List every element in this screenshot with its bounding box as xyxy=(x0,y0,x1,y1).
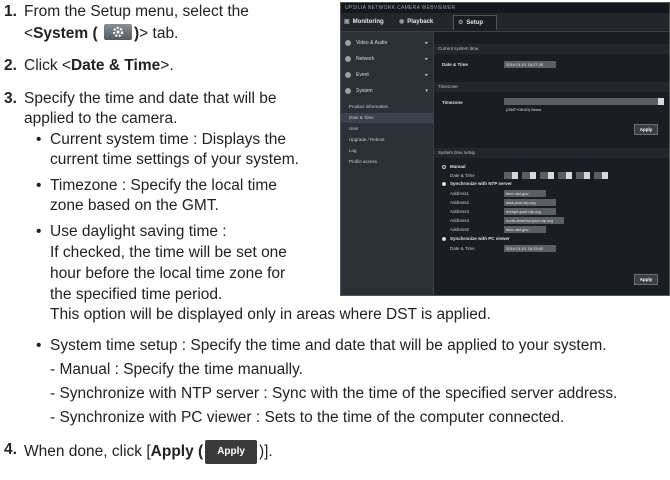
address5-input[interactable]: time.nist.gov xyxy=(504,226,546,233)
system-label: System ( xyxy=(33,25,98,42)
bullet-timezone-2: zone based on the GMT. xyxy=(50,197,219,214)
radio-pc-viewer[interactable] xyxy=(442,237,446,241)
pc-date-time-label: Date & Time xyxy=(450,246,475,251)
bullet-dot: • xyxy=(36,337,42,354)
sidebar-item-network[interactable]: Network ▸ xyxy=(341,52,433,66)
bullet-timezone-1: Timezone : Specify the local time xyxy=(50,177,277,194)
current-time-value: 2016-01-01 16:27:30 xyxy=(504,61,556,68)
radio-manual[interactable] xyxy=(442,165,446,169)
manual-label: Manual xyxy=(450,164,466,169)
bullet-dot: • xyxy=(36,177,42,194)
manual-hour-select[interactable] xyxy=(558,172,572,179)
playback-icon: ◉ xyxy=(399,19,405,25)
sidebar-sub-user[interactable]: User xyxy=(349,124,359,134)
network-icon xyxy=(345,56,351,62)
address3-input[interactable]: europe.pool.ntp.org xyxy=(504,208,556,215)
address3-label: Address3 xyxy=(450,209,470,214)
step-4-text: When done, click [Apply (Apply)]. xyxy=(24,440,273,464)
section-timezone: Timezone xyxy=(434,82,669,92)
sidebar-sub-log[interactable]: Log xyxy=(349,146,357,156)
system-gear-icon xyxy=(104,24,132,40)
ntp-label: Synchronize with NTP server xyxy=(450,181,512,186)
address1-input[interactable]: time.nist.gov xyxy=(504,190,546,197)
sidebar-sub-date-time[interactable]: Date & Time xyxy=(341,113,441,123)
dash-ntp: - Synchronize with NTP server : Sync wit… xyxy=(50,385,618,402)
tab-playback[interactable]: ◉ Playback xyxy=(399,15,451,29)
address1-label: Address1 xyxy=(450,191,470,196)
step-1-tab-line: <System ( )> tab. xyxy=(24,24,179,42)
current-time-label: Date & Time xyxy=(442,62,468,67)
step-3-number: 3. xyxy=(4,90,17,107)
address2-input[interactable]: asia.pool.ntp.org xyxy=(504,199,556,206)
address4-label: Address4 xyxy=(450,218,470,223)
radio-ntp[interactable] xyxy=(442,182,446,186)
section-current-time: Current system time xyxy=(434,44,669,54)
chevron-right-icon: ▸ xyxy=(425,72,428,78)
manual-second-select[interactable] xyxy=(594,172,608,179)
sidebar-item-system[interactable]: System ▾ xyxy=(341,84,433,98)
webviewer-screenshot: UPSILIA NETWORK CAMERA WEBVIEWER ▣ Monito… xyxy=(340,2,670,296)
sidebar-sub-product-info[interactable]: Product information xyxy=(349,102,388,112)
chevron-right-icon: ▸ xyxy=(425,56,428,62)
sidebar-item-event[interactable]: Event ▸ xyxy=(341,68,433,82)
pc-time-value: 2016-01-01 16:25:00 xyxy=(504,245,556,252)
dash-pc: - Synchronize with PC viewer : Sets to t… xyxy=(50,409,565,426)
chevron-down-icon xyxy=(658,98,664,105)
manual-year-select[interactable] xyxy=(504,172,518,179)
bullet-dot: • xyxy=(36,131,42,148)
bullet-dst-3: hour before the local time zone for xyxy=(50,265,286,282)
step-3-line-1: Specify the time and date that will be xyxy=(24,90,277,107)
camera-icon xyxy=(345,40,351,46)
date-time-panel: Current system time Date & Time 2016-01-… xyxy=(434,32,669,295)
setup-sidebar: Video & Audio ▸ Network ▸ Event ▸ System ▾ P… xyxy=(341,32,441,295)
apply-button-bottom[interactable]: Apply xyxy=(634,274,658,285)
chevron-right-icon: ▸ xyxy=(425,40,428,46)
dst-note: This option will be displayed only in ar… xyxy=(50,306,491,323)
manual-minute-select[interactable] xyxy=(576,172,590,179)
bullet-dot: • xyxy=(36,223,42,240)
step-1-text: From the Setup menu, select the xyxy=(24,3,249,20)
bullet-current-time-2: current time settings of your system. xyxy=(50,151,299,168)
step-4-number: 4. xyxy=(4,441,17,458)
address2-label: Address2 xyxy=(450,200,470,205)
system-gear-icon xyxy=(345,88,351,94)
step-3-line-2: applied to the camera. xyxy=(24,110,178,127)
manual-date-time-label: Date & Time xyxy=(450,173,475,178)
gear-icon: ⚙ xyxy=(458,20,464,26)
timezone-label: Timezone xyxy=(442,100,463,105)
apply-button-top[interactable]: Apply xyxy=(634,124,658,135)
event-icon xyxy=(345,72,351,78)
manual-day-select[interactable] xyxy=(540,172,554,179)
apply-button-illustration: Apply xyxy=(205,440,257,464)
webviewer-title: UPSILIA NETWORK CAMERA WEBVIEWER xyxy=(341,3,669,13)
bullet-dst-1: Use daylight saving time : xyxy=(50,223,227,240)
step-2-text: Click <Date & Time>. xyxy=(24,57,174,74)
bullet-current-time-1: Current system time : Displays the xyxy=(50,131,287,148)
bullet-dst-2: If checked, the time will be set one xyxy=(50,244,287,261)
tab-setup[interactable]: ⚙ Setup xyxy=(453,15,497,30)
address4-input[interactable]: north-america.pool.ntp.org xyxy=(504,217,564,224)
sidebar-sub-upgrade-reboot[interactable]: Upgrade / Reboot xyxy=(349,135,385,145)
step-1-number: 1. xyxy=(4,3,17,20)
bullet-dst-4: the specified time period. xyxy=(50,286,223,303)
sidebar-sub-profile-access[interactable]: Profile access xyxy=(349,157,377,167)
top-menu: ▣ Monitoring ◉ Playback ⚙ Setup xyxy=(341,13,669,32)
dash-manual: - Manual : Specify the time manually. xyxy=(50,361,303,378)
chevron-down-icon: ▾ xyxy=(425,88,428,94)
timezone-select[interactable]: (GMT+09:00) Seoul xyxy=(504,98,664,112)
tab-monitoring[interactable]: ▣ Monitoring xyxy=(344,15,394,29)
pc-viewer-label: Synchronize with PC viewer xyxy=(450,236,510,241)
monitor-icon: ▣ xyxy=(344,19,350,25)
address5-label: Address5 xyxy=(450,227,470,232)
bullet-system-time-setup: System time setup : Specify the time and… xyxy=(50,337,607,354)
manual-month-select[interactable] xyxy=(522,172,536,179)
sidebar-item-video-audio[interactable]: Video & Audio ▸ xyxy=(341,36,433,50)
section-system-time-setup: System time setup xyxy=(434,148,669,158)
step-2-number: 2. xyxy=(4,57,17,74)
